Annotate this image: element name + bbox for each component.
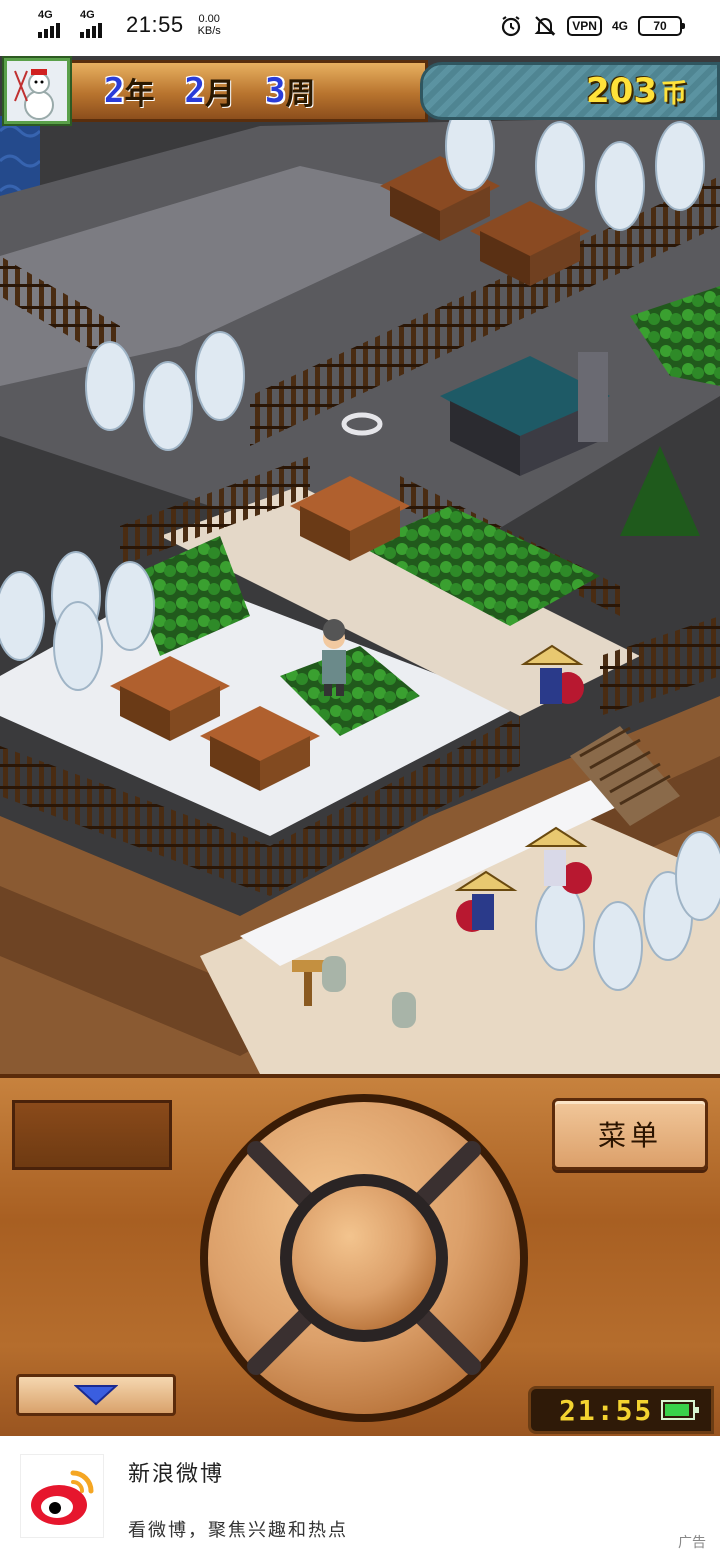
battery-icon — [661, 1400, 700, 1420]
week-number: 3 — [264, 71, 286, 111]
month-number: 2 — [184, 71, 205, 111]
dpad[interactable] — [196, 1090, 532, 1426]
clock-time: 21:55 — [559, 1393, 654, 1427]
year-unit: 年 — [124, 77, 155, 112]
ad-description: 看微博，聚焦兴趣和热点 — [128, 1520, 348, 1541]
network-type: 4G — [80, 9, 95, 21]
stone — [322, 956, 346, 992]
season-snowman-icon[interactable] — [2, 56, 72, 126]
scroll-down-button[interactable] — [16, 1374, 176, 1416]
weibo-logo — [20, 1454, 104, 1538]
top-hud: 2 年 2 月 3 周 203 币 — [0, 56, 720, 128]
speed-value: 0.00 — [198, 13, 220, 25]
info-slot — [12, 1100, 172, 1170]
game-clock: 21:55 — [528, 1386, 714, 1434]
network-type: 4G — [38, 9, 53, 21]
signal-icon: 4G — [38, 10, 72, 40]
status-bar: 4G 4G 21:55 0.00 KB/s VPN 4G 70 — [0, 0, 720, 56]
money-value: 203 — [586, 71, 657, 111]
money-display: 203 币 — [420, 62, 720, 120]
currency-label: 币 — [660, 78, 687, 109]
month-unit: 月 — [204, 77, 235, 112]
pine-tree — [620, 446, 700, 536]
triangle-down-icon — [74, 1385, 118, 1406]
alarm-icon — [502, 16, 521, 37]
network-speed: 0.00 KB/s — [198, 13, 221, 37]
village-map[interactable] — [0, 56, 720, 1074]
control-panel: 菜单 21:55 — [0, 1074, 720, 1436]
speed-unit: KB/s — [197, 25, 221, 37]
status-time: 21:55 — [126, 12, 184, 37]
game-map[interactable] — [0, 56, 720, 1074]
battery-level: 70 — [653, 19, 667, 33]
network-type: 4G — [611, 19, 628, 33]
ad-title: 新浪微博 — [128, 1462, 225, 1487]
signal-icon: 4G — [80, 10, 114, 40]
fence — [600, 616, 720, 716]
year-number: 2 — [104, 71, 125, 111]
ad-tag: 广告 — [678, 1532, 706, 1552]
ad-banner[interactable]: 新浪微博 看微博，聚焦兴趣和热点 广告 — [0, 1436, 720, 1560]
battery-icon: 70 — [638, 16, 685, 36]
vpn-badge: VPN — [567, 16, 602, 36]
menu-button[interactable]: 菜单 — [552, 1098, 708, 1170]
date-display: 2 年 2 月 3 周 — [72, 60, 428, 122]
week-unit: 周 — [285, 77, 316, 112]
stone — [392, 992, 416, 1028]
silent-bell-icon — [534, 16, 556, 36]
dpad-center-button[interactable] — [292, 1186, 436, 1330]
ad-label: 广告 — [678, 1535, 706, 1551]
